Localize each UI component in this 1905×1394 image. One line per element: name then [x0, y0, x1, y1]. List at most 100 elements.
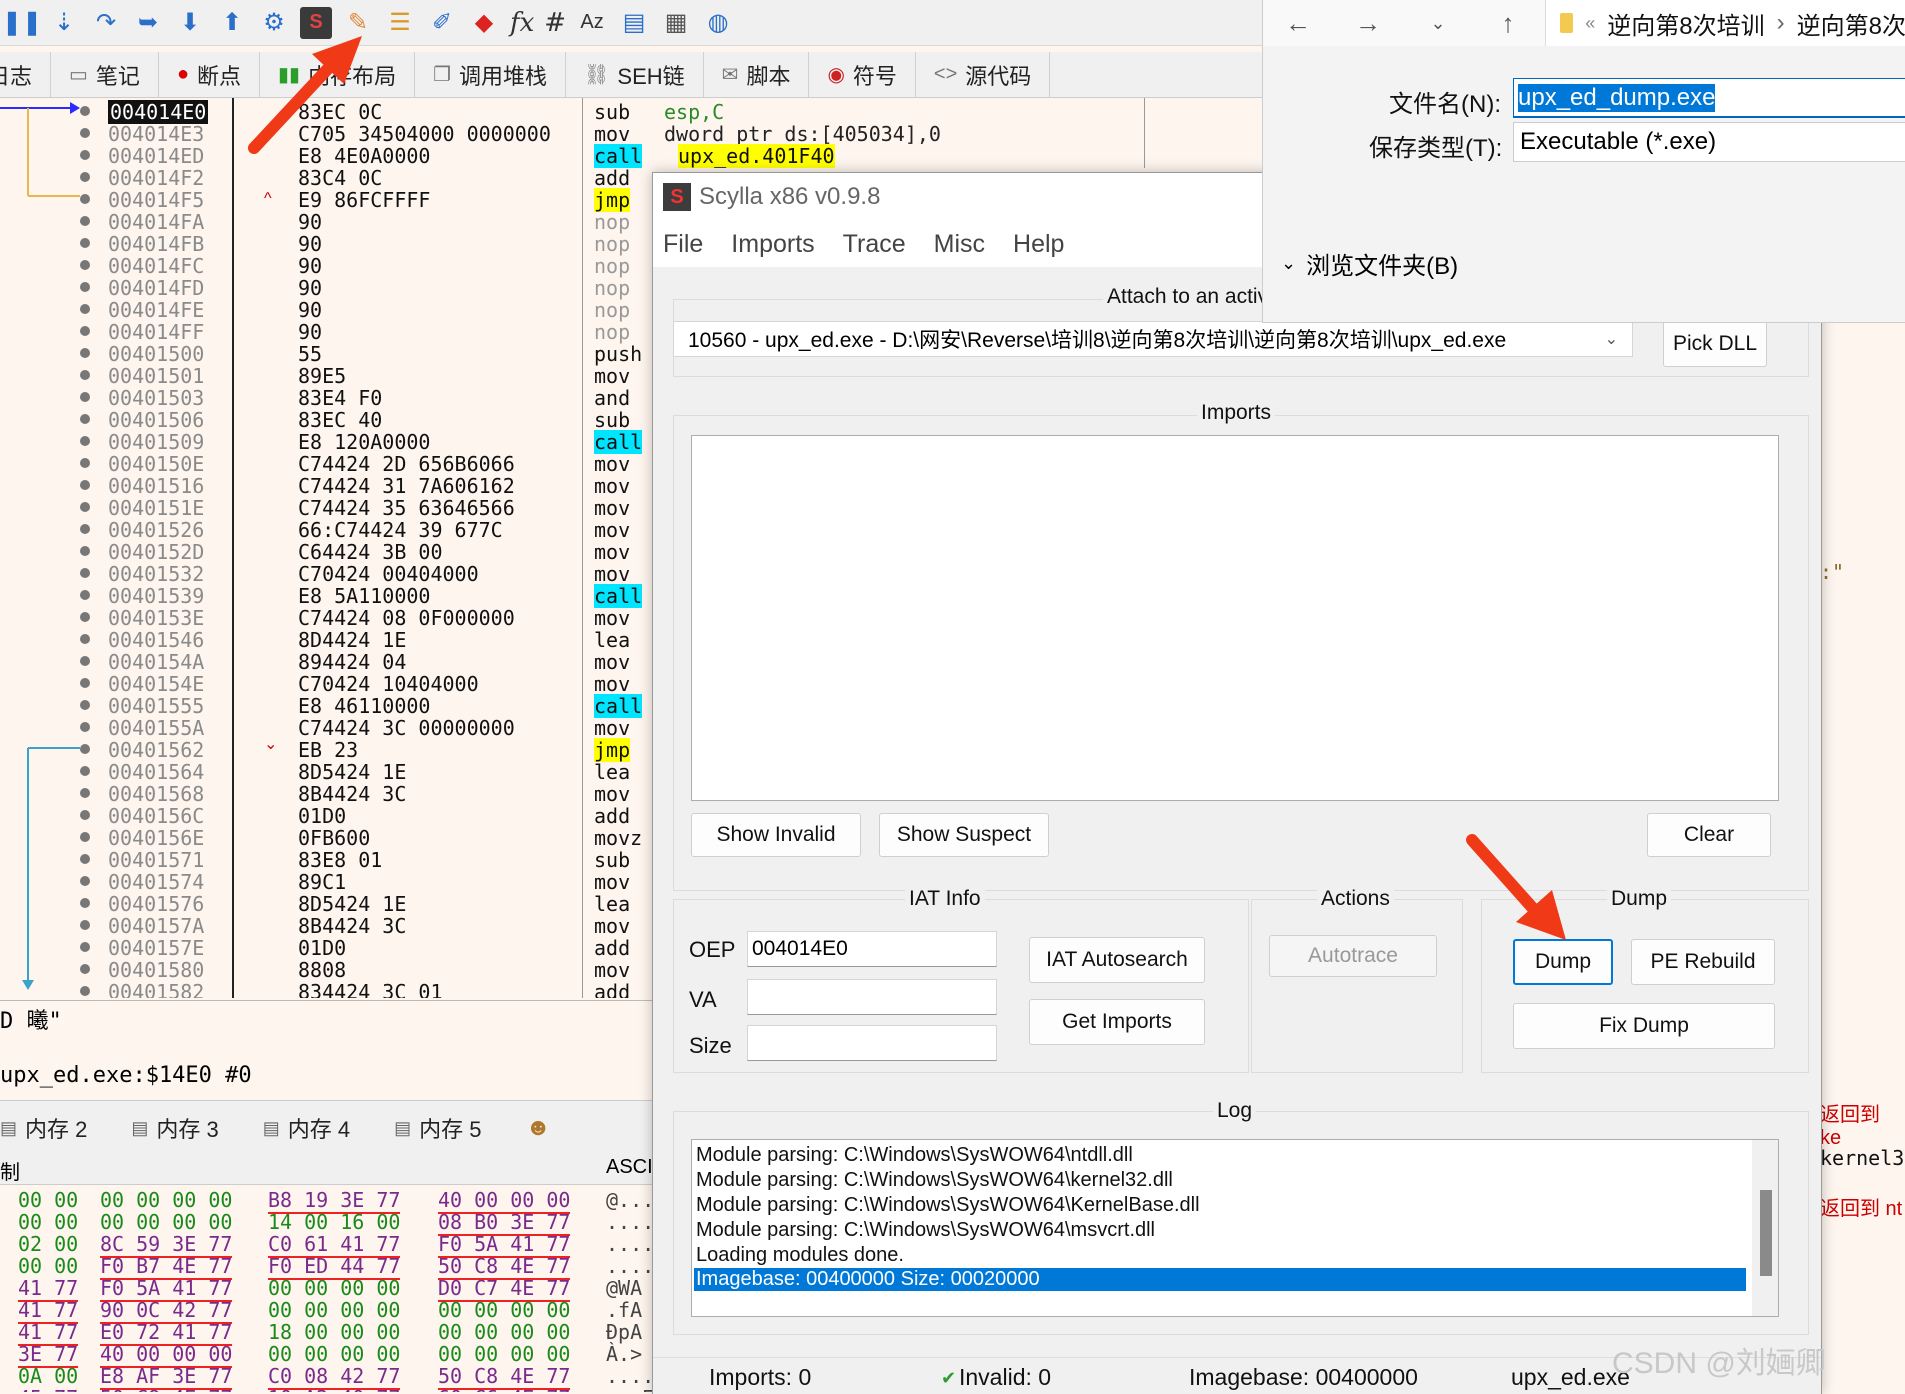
comment-icon[interactable]: ☰: [384, 7, 416, 39]
breakpoint-dot-icon[interactable]: [80, 348, 90, 358]
breakpoint-dot-icon[interactable]: [80, 282, 90, 292]
breakpoint-dot-icon[interactable]: [80, 942, 90, 952]
font-icon[interactable]: Az: [576, 7, 608, 39]
breakpoint-dot-icon[interactable]: [80, 854, 90, 864]
get-imports-button[interactable]: Get Imports: [1029, 999, 1205, 1045]
show-invalid-button[interactable]: Show Invalid: [691, 813, 861, 857]
breakpoint-dot-icon[interactable]: [80, 964, 90, 974]
va-input[interactable]: [747, 979, 997, 1015]
breakpoint-dot-icon[interactable]: [80, 106, 90, 116]
step-out-icon[interactable]: ➥: [132, 7, 164, 39]
oep-input[interactable]: 004014E0: [747, 931, 997, 967]
breakpoint-dot-icon[interactable]: [80, 172, 90, 182]
breakpoint-dot-icon[interactable]: [80, 788, 90, 798]
breakpoint-dot-icon[interactable]: [80, 722, 90, 732]
menu-imports[interactable]: Imports: [717, 230, 828, 259]
breakpoint-dot-icon[interactable]: [80, 370, 90, 380]
menu-help[interactable]: Help: [999, 230, 1078, 259]
pe-rebuild-button[interactable]: PE Rebuild: [1631, 939, 1775, 985]
tab-seh[interactable]: ⛓ SEH链: [566, 52, 704, 97]
breakpoint-dot-icon[interactable]: [80, 194, 90, 204]
breakpoint-dot-icon[interactable]: [80, 832, 90, 842]
tab-log[interactable]: 日志: [0, 52, 52, 97]
breadcrumb-item[interactable]: 逆向第8次培训: [1607, 6, 1764, 41]
breakpoint-dot-icon[interactable]: [80, 590, 90, 600]
process-select[interactable]: 10560 - upx_ed.exe - D:\网安\Reverse\培训8\逆…: [673, 321, 1633, 357]
log-scrollbar[interactable]: [1752, 1140, 1778, 1316]
tab-symbols[interactable]: ◉ 符号: [809, 52, 916, 97]
tab-memory-2[interactable]: ▤ 内存 2: [0, 1112, 109, 1144]
breakpoint-dot-icon[interactable]: [80, 700, 90, 710]
breadcrumb[interactable]: « 逆向第8次培训 › 逆向第8次: [1545, 0, 1905, 46]
browse-folders-toggle[interactable]: ⌄ 浏览文件夹(B): [1281, 246, 1458, 281]
menu-file[interactable]: File: [653, 230, 717, 259]
menu-misc[interactable]: Misc: [920, 230, 999, 259]
breakpoint-dot-icon[interactable]: [80, 876, 90, 886]
breakpoint-dot-icon[interactable]: [80, 304, 90, 314]
breakpoint-dot-icon[interactable]: [80, 612, 90, 622]
back-icon[interactable]: ←: [1263, 8, 1333, 39]
label-icon[interactable]: ✐: [426, 7, 458, 39]
bookmark-icon[interactable]: ◆: [468, 7, 500, 39]
tab-callstack[interactable]: ❐ 调用堆栈: [415, 52, 567, 97]
step-over-icon[interactable]: ↷: [90, 7, 122, 39]
breakpoint-dot-icon[interactable]: [80, 392, 90, 402]
iat-autosearch-button[interactable]: IAT Autosearch: [1029, 937, 1205, 983]
recent-chevron-icon[interactable]: ⌄: [1403, 13, 1473, 34]
menu-trace[interactable]: Trace: [829, 230, 920, 259]
breakpoint-dot-icon[interactable]: [80, 238, 90, 248]
breakpoint-dot-icon[interactable]: [80, 986, 90, 996]
pick-dll-button[interactable]: Pick DLL: [1663, 321, 1767, 367]
filename-input[interactable]: upx_ed_dump.exe: [1513, 78, 1905, 118]
breakpoint-dot-icon[interactable]: [80, 150, 90, 160]
hash-icon[interactable]: #: [544, 8, 566, 38]
tab-source[interactable]: <> 源代码: [916, 52, 1051, 97]
breakpoint-dot-icon[interactable]: [80, 480, 90, 490]
fix-dump-button[interactable]: Fix Dump: [1513, 1003, 1775, 1049]
tab-script[interactable]: ✉ 脚本: [704, 52, 810, 97]
tab-memory-3[interactable]: ▤ 内存 3: [109, 1112, 240, 1144]
breakpoint-dot-icon[interactable]: [80, 414, 90, 424]
breakpoint-dot-icon[interactable]: [80, 502, 90, 512]
calculator-icon[interactable]: ▦: [660, 7, 692, 39]
size-input[interactable]: [747, 1025, 997, 1061]
breakpoint-dot-icon[interactable]: [80, 546, 90, 556]
breakpoint-dot-icon[interactable]: [80, 744, 90, 754]
hex-dump[interactable]: 00 00 00 00 00 00 B8 19 3E 77 40 00 00 00 @.…: [0, 1184, 660, 1392]
breakpoint-dot-icon[interactable]: [80, 568, 90, 578]
breakpoint-dot-icon[interactable]: [80, 656, 90, 666]
breakpoint-dot-icon[interactable]: [80, 920, 90, 930]
breakpoint-dot-icon[interactable]: [80, 524, 90, 534]
breakpoint-dot-icon[interactable]: [80, 436, 90, 446]
show-suspect-button[interactable]: Show Suspect: [879, 813, 1049, 857]
pause-icon[interactable]: ❚❚: [2, 7, 42, 39]
scrollbar-thumb[interactable]: [1760, 1190, 1772, 1276]
tab-memory-4[interactable]: ▤ 内存 4: [241, 1112, 372, 1144]
imports-tree[interactable]: [691, 435, 1779, 801]
watch-icon[interactable]: ☻: [504, 1114, 573, 1142]
breakpoint-dot-icon[interactable]: [80, 216, 90, 226]
forward-icon[interactable]: →: [1333, 8, 1403, 39]
breakpoint-dot-icon[interactable]: [80, 766, 90, 776]
breadcrumb-item[interactable]: 逆向第8次: [1797, 6, 1905, 41]
breakpoint-dot-icon[interactable]: [80, 458, 90, 468]
globe-icon[interactable]: ◍: [702, 7, 734, 39]
breakpoint-dot-icon[interactable]: [80, 898, 90, 908]
breakpoint-dot-icon[interactable]: [80, 810, 90, 820]
memory-icon[interactable]: ▤: [618, 7, 650, 39]
log-list[interactable]: Module parsing: C:\Windows\SysWOW64\ntdl…: [691, 1139, 1779, 1317]
breakpoint-dot-icon[interactable]: [80, 634, 90, 644]
function-icon[interactable]: fx: [510, 8, 534, 38]
breakpoint-dot-icon[interactable]: [80, 260, 90, 270]
step-into-icon[interactable]: ⇣: [48, 7, 80, 39]
breakpoint-dot-icon[interactable]: [80, 678, 90, 688]
breakpoint-dot-icon[interactable]: [80, 326, 90, 336]
clear-button[interactable]: Clear: [1647, 813, 1771, 857]
tab-notes[interactable]: ▭ 笔记: [51, 52, 159, 97]
up-icon[interactable]: ↑: [1473, 8, 1543, 39]
run-to-user-icon[interactable]: ⬇: [174, 7, 206, 39]
autotrace-button[interactable]: Autotrace: [1269, 935, 1437, 977]
filetype-select[interactable]: Executable (*.exe): [1513, 122, 1905, 162]
tab-memory-5[interactable]: ▤ 内存 5: [372, 1112, 503, 1144]
breakpoint-dot-icon[interactable]: [80, 128, 90, 138]
